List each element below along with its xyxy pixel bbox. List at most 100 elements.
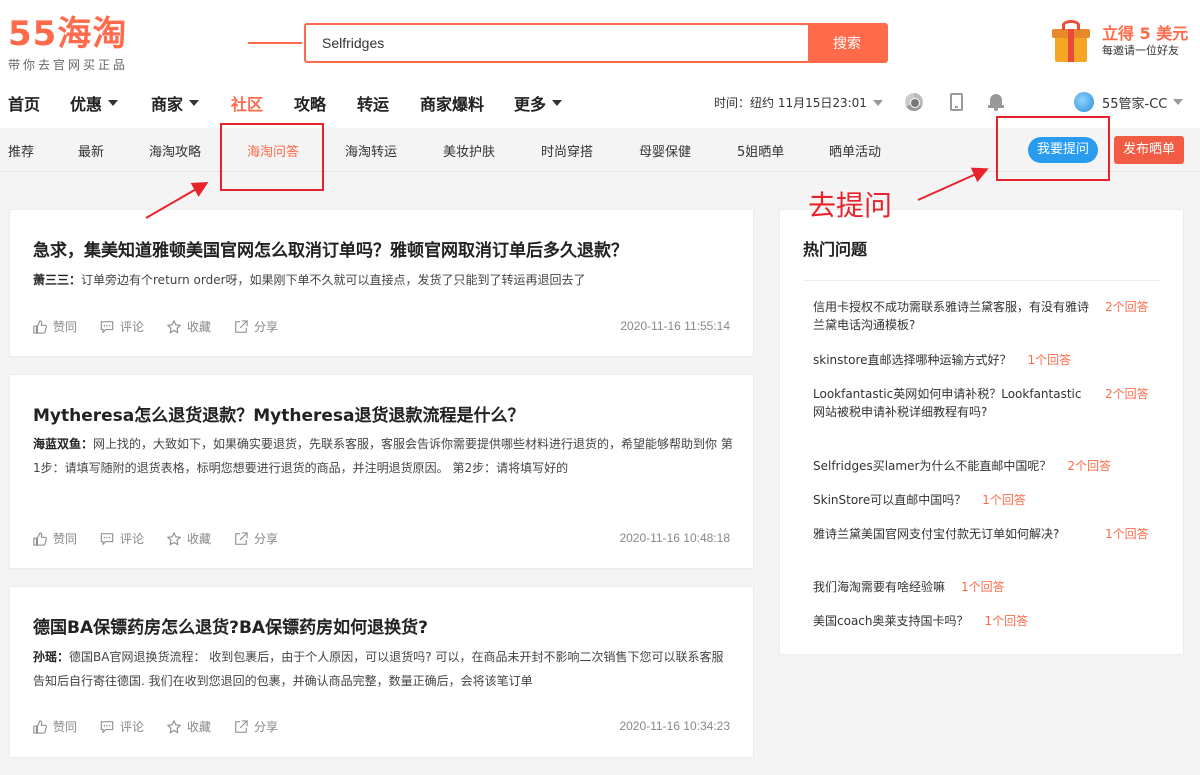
nav-item-community[interactable]: 社区 <box>231 91 263 115</box>
question-text[interactable]: skinstore直邮选择哪种运输方式好？ <box>813 353 1012 367</box>
like-button[interactable]: 赞同 <box>33 530 77 547</box>
nav-item-guides[interactable]: 攻略 <box>294 91 326 115</box>
tab-beauty[interactable]: 美妆护肤 <box>443 141 495 160</box>
like-label: 赞同 <box>53 532 78 546</box>
like-label: 赞同 <box>53 320 78 334</box>
invite-promo[interactable]: 立得 5 美元 每邀请一位好友 <box>1052 18 1192 68</box>
favorite-label: 收藏 <box>187 720 212 734</box>
site-logo[interactable]: 55海淘 带你去官网买正品 <box>8 14 138 74</box>
answer-count: 1个回答 <box>961 580 1005 594</box>
comment-button[interactable]: 评论 <box>100 718 144 735</box>
chevron-down-icon <box>108 100 119 106</box>
tab-fashion[interactable]: 时尚穿搭 <box>541 141 593 160</box>
chevron-down-icon <box>552 100 563 106</box>
post-title[interactable]: 德国BA保镖药房怎么退货?BA保镖药房如何退换货? <box>33 613 428 638</box>
post-excerpt-text: 订单旁边有个return order呀，如果刚下单不久就可以直接点，发货了只能到… <box>81 273 586 287</box>
nav-item-home[interactable]: 首页 <box>8 91 40 115</box>
question-text[interactable]: 雅诗兰黛美国官网支付宝付款无订单如何解决? <box>813 525 1093 543</box>
question-text[interactable]: 信用卡授权不成功需联系雅诗兰黛客服，有没有雅诗兰黛电话沟通模板? <box>813 298 1093 334</box>
nav-item-deals[interactable]: 优惠 <box>70 91 119 115</box>
star-icon <box>167 531 182 546</box>
hot-question-item[interactable]: Lookfantastic英网如何申请补税？Lookfantastic网站被税申… <box>813 385 1163 421</box>
browser-extension-icon[interactable] <box>905 93 923 111</box>
share-button[interactable]: 分享 <box>234 718 278 735</box>
hot-question-item[interactable]: 我们海淘需要有啥经验嘛 1个回答 <box>813 578 1163 596</box>
hot-question-item[interactable]: 雅诗兰黛美国官网支付宝付款无订单如何解决? 1个回答 <box>813 525 1163 543</box>
comment-button[interactable]: 评论 <box>100 318 144 335</box>
answer-count: 2个回答 <box>1105 387 1149 401</box>
nav-item-merchant-news[interactable]: 商家爆料 <box>420 91 484 115</box>
mobile-app-icon[interactable] <box>950 93 963 111</box>
hot-question-item[interactable]: skinstore直邮选择哪种运输方式好？ 1个回答 <box>813 351 1163 369</box>
hot-question-item[interactable]: 信用卡授权不成功需联系雅诗兰黛客服，有没有雅诗兰黛电话沟通模板? 2个回答 <box>813 298 1163 334</box>
promo-subtitle: 每邀请一位好友 <box>1102 44 1179 57</box>
like-button[interactable]: 赞同 <box>33 318 77 335</box>
comment-icon <box>100 320 114 334</box>
question-text[interactable]: 我们海淘需要有啥经验嘛 <box>813 580 945 594</box>
hot-question-item[interactable]: 美国coach奥莱支持国卡吗？ 1个回答 <box>813 612 1163 630</box>
ny-time-selector[interactable]: 时间：纽约 11月15日23:01 <box>714 94 883 111</box>
annotation-label: 去提问 <box>808 189 893 222</box>
post-showcase-button[interactable]: 发布晒单 <box>1114 136 1184 164</box>
tab-guides[interactable]: 海淘攻略 <box>149 141 201 160</box>
share-button[interactable]: 分享 <box>234 318 278 335</box>
post-author[interactable]: 海蓝双鱼： <box>33 437 93 451</box>
tab-showcase[interactable]: 5姐晒单 <box>737 141 784 160</box>
question-text[interactable]: SkinStore可以直邮中国吗？ <box>813 493 966 507</box>
nav-item-merchants[interactable]: 商家 <box>151 91 200 115</box>
question-text[interactable]: 美国coach奥莱支持国卡吗？ <box>813 614 969 628</box>
hot-question-item[interactable]: Selfridges买lamer为什么不能直邮中国呢？ 2个回答 <box>813 457 1163 475</box>
tab-baby[interactable]: 母婴保健 <box>639 141 691 160</box>
time-label: 时间：纽约 11月15日23:01 <box>714 96 867 110</box>
post-date: 2020-11-16 11:55:14 <box>620 319 730 333</box>
post-author[interactable]: 孙瑶： <box>33 650 69 664</box>
nav-item-label: 商家 <box>151 95 184 114</box>
tab-forwarding[interactable]: 海淘转运 <box>345 141 397 160</box>
hot-questions-panel: 热门问题 信用卡授权不成功需联系雅诗兰黛客服，有没有雅诗兰黛电话沟通模板? 2个回… <box>779 209 1184 655</box>
tab-events[interactable]: 晒单活动 <box>829 141 881 160</box>
like-button[interactable]: 赞同 <box>33 718 77 735</box>
tab-recommend[interactable]: 推荐 <box>8 141 34 160</box>
search-box: 搜索 <box>304 23 888 63</box>
favorite-button[interactable]: 收藏 <box>167 718 211 735</box>
post-title[interactable]: 急求，集美知道雅顿美国官网怎么取消订单吗？雅顿官网取消订单后多久退款？ <box>33 236 628 261</box>
thumbs-up-icon <box>33 719 47 734</box>
divider <box>803 280 1161 281</box>
notification-bell-icon[interactable] <box>988 93 1004 111</box>
answer-count: 1个回答 <box>982 493 1026 507</box>
search-input[interactable] <box>306 25 808 61</box>
share-icon <box>235 531 248 545</box>
question-text[interactable]: Selfridges买lamer为什么不能直邮中国呢？ <box>813 459 1051 473</box>
nav-item-label: 攻略 <box>294 95 327 114</box>
share-label: 分享 <box>254 720 279 734</box>
comment-button[interactable]: 评论 <box>100 530 144 547</box>
nav-item-more[interactable]: 更多 <box>514 91 563 115</box>
site-header: 55海淘 带你去官网买正品 搜索 立得 5 美元 每邀请一位好友 首页 优惠 商… <box>0 0 1200 128</box>
thumbs-up-icon <box>33 319 47 334</box>
nav-item-forwarding[interactable]: 转运 <box>357 91 389 115</box>
nav-item-label: 转运 <box>357 95 390 114</box>
comment-label: 评论 <box>120 320 145 334</box>
question-text[interactable]: Lookfantastic英网如何申请补税？Lookfantastic网站被税申… <box>813 385 1093 421</box>
user-menu[interactable]: 55管家-CC <box>1074 92 1184 112</box>
answer-count: 1个回答 <box>1027 353 1072 367</box>
hot-question-item[interactable]: SkinStore可以直邮中国吗？ 1个回答 <box>813 491 1163 509</box>
post-title[interactable]: Mytheresa怎么退货退款？Mytheresa退货退款流程是什么？ <box>33 401 525 426</box>
share-label: 分享 <box>254 320 279 334</box>
post-author[interactable]: 萧三三： <box>33 273 81 287</box>
favorite-button[interactable]: 收藏 <box>167 318 211 335</box>
favorite-label: 收藏 <box>187 532 212 546</box>
nav-item-label: 商家爆料 <box>420 95 485 114</box>
post-card[interactable]: 德国BA保镖药房怎么退货?BA保镖药房如何退换货? 孙瑶：德国BA官网退换货流程… <box>9 586 754 758</box>
favorite-button[interactable]: 收藏 <box>167 530 211 547</box>
search-button[interactable]: 搜索 <box>808 25 886 61</box>
share-button[interactable]: 分享 <box>234 530 278 547</box>
favorite-label: 收藏 <box>187 320 212 334</box>
post-card[interactable]: 急求，集美知道雅顿美国官网怎么取消订单吗？雅顿官网取消订单后多久退款？ 萧三三：… <box>9 209 754 357</box>
post-excerpt: 孙瑶：德国BA官网退换货流程： 收到包裹后，由于个人原因，可以退货吗? 可以，在… <box>33 645 733 693</box>
nav-item-label: 社区 <box>231 95 264 114</box>
tab-latest[interactable]: 最新 <box>78 141 104 160</box>
post-card[interactable]: Mytheresa怎么退货退款？Mytheresa退货退款流程是什么？ 海蓝双鱼… <box>9 374 754 569</box>
post-date: 2020-11-16 10:48:18 <box>619 531 730 545</box>
comment-icon <box>100 720 114 734</box>
